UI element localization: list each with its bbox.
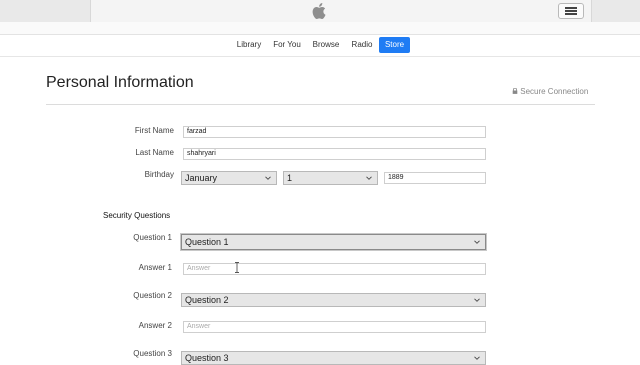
page-title: Personal Information (46, 74, 194, 91)
secure-connection-label: Secure Connection (512, 87, 588, 96)
store-nav: Library For You Browse Radio Store (0, 37, 640, 53)
title-bar (0, 0, 640, 22)
question-3-label: Question 3 (133, 349, 172, 358)
nav-divider (0, 56, 640, 57)
tab-for-you[interactable]: For You (270, 37, 304, 53)
answer-2-label: Answer 2 (138, 321, 172, 330)
birthday-day-select[interactable]: 1 (283, 171, 378, 185)
tab-library[interactable]: Library (232, 37, 266, 53)
chevron-down-icon (265, 176, 271, 180)
lock-icon (512, 88, 518, 94)
birthday-day-value: 1 (287, 173, 293, 183)
question-1-select[interactable]: Question 1 (181, 234, 486, 250)
answer-1-label: Answer 1 (138, 263, 172, 272)
last-name-label: Last Name (135, 148, 174, 157)
answer-2-input[interactable]: Answer (183, 321, 486, 333)
player-bar (90, 0, 592, 22)
tab-browse[interactable]: Browse (309, 37, 343, 53)
tab-store[interactable]: Store (379, 37, 410, 53)
birthday-month-select[interactable]: January (181, 171, 277, 185)
question-2-value: Question 2 (185, 295, 229, 305)
first-name-label: First Name (134, 126, 174, 135)
last-name-input[interactable]: shahryari (183, 148, 486, 160)
chevron-down-icon (474, 240, 480, 244)
birthday-year-input[interactable]: 1889 (384, 172, 486, 184)
question-3-select[interactable]: Question 3 (181, 351, 486, 365)
security-questions-heading: Security Questions (103, 211, 171, 220)
answer-1-input[interactable]: Answer (183, 263, 486, 275)
list-view-button[interactable] (558, 3, 584, 19)
tab-radio[interactable]: Radio (347, 37, 377, 53)
birthday-month-value: January (185, 173, 218, 183)
question-3-value: Question 3 (185, 353, 229, 363)
apple-logo-icon (312, 3, 326, 19)
question-1-label: Question 1 (133, 233, 172, 242)
chevron-down-icon (474, 298, 480, 302)
header-divider (46, 104, 595, 105)
text-cursor-icon (235, 262, 239, 273)
first-name-input[interactable]: farzad (183, 126, 486, 138)
question-2-label: Question 2 (133, 291, 172, 300)
toolbar-band (0, 22, 640, 35)
list-icon (565, 7, 577, 9)
secure-connection-text: Secure Connection (520, 87, 589, 96)
chevron-down-icon (366, 176, 372, 180)
question-1-value: Question 1 (185, 237, 229, 247)
birthday-label: Birthday (144, 170, 174, 179)
chevron-down-icon (474, 356, 480, 360)
question-2-select[interactable]: Question 2 (181, 293, 486, 307)
